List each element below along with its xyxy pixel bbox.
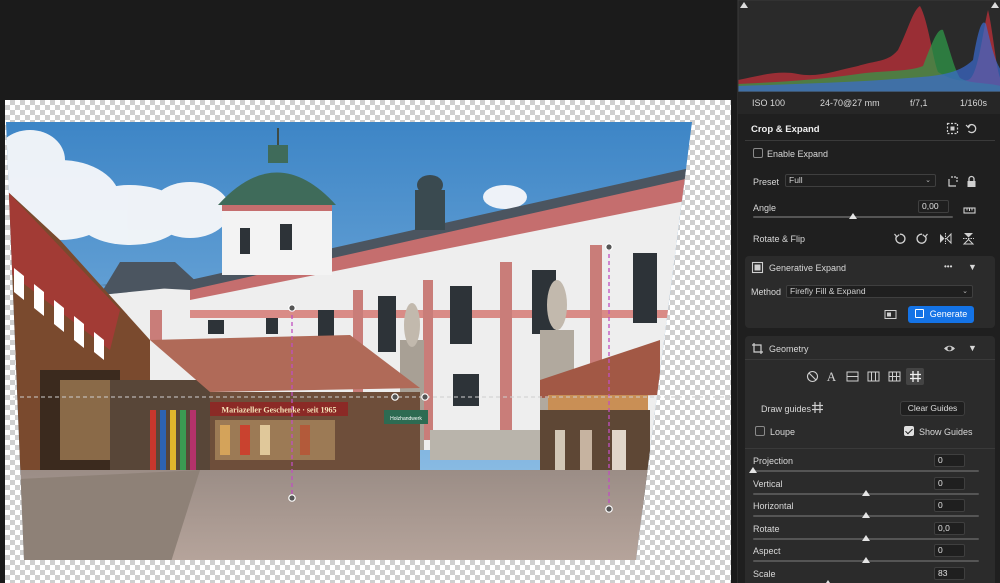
exif-shutter: 1/160s — [960, 98, 988, 108]
church-photo: Mariazeller Geschenke · seit 1965 Holzha… — [6, 122, 692, 560]
projection-value-field[interactable]: 0 — [934, 454, 965, 467]
preset-value: Full — [789, 175, 803, 185]
geometry-section: Geometry ▼ A Draw guides Clear Guides Lo… — [745, 336, 995, 583]
generate-button[interactable]: Generate — [908, 306, 974, 323]
aspect-value-field[interactable]: 0 — [934, 544, 965, 558]
scale-label: Scale — [753, 569, 776, 579]
exif-lens: 24-70@27 mm — [820, 98, 880, 108]
horizontal-value-field[interactable]: 0 — [934, 499, 965, 513]
chevron-down-icon: ⌄ — [925, 177, 931, 184]
rotate-left-icon[interactable] — [893, 232, 906, 245]
slider-row-scale: Scale 83 — [745, 567, 995, 583]
chevron-down-icon: ⌄ — [962, 288, 968, 295]
straighten-tool-icon[interactable] — [963, 203, 976, 216]
slider-row-horizontal: Horizontal 0 — [745, 499, 995, 523]
exif-bar: ISO 100 24-70@27 mm f/7,1 1/160s — [738, 92, 1000, 114]
generative-expand-section: Generative Expand ••• ▼ Method Firefly F… — [745, 256, 995, 328]
flip-horizontal-icon[interactable] — [939, 232, 952, 245]
vertical-value-field[interactable]: 0 — [934, 476, 965, 490]
slider-row-projection: Projection 0 — [745, 454, 995, 478]
upright-off-icon[interactable] — [806, 370, 819, 383]
auto-straighten-icon[interactable] — [946, 122, 959, 135]
generate-icon — [914, 309, 924, 318]
divider — [745, 359, 995, 360]
show-guides-label: Show Guides — [919, 427, 973, 437]
side-sign: Holzhandwerk — [390, 416, 422, 422]
method-value: Firefly Fill & Expand — [790, 286, 866, 296]
loupe-label: Loupe — [770, 427, 796, 437]
projection-slider-track[interactable] — [753, 470, 979, 472]
rotate-value-field[interactable]: 0,0 — [934, 521, 965, 535]
method-label: Method — [751, 287, 782, 297]
draw-guides-label: Draw guides — [761, 404, 812, 414]
upright-full-icon[interactable] — [888, 370, 901, 383]
upright-guided-icon[interactable] — [909, 370, 922, 383]
clear-guides-button[interactable]: Clear Guides — [900, 401, 965, 416]
app-window: Mariazeller Geschenke · seit 1965 Holzha… — [0, 0, 1000, 583]
method-dropdown[interactable]: Firefly Fill & Expand ⌄ — [786, 285, 973, 298]
preset-dropdown[interactable]: Full ⌄ — [785, 174, 936, 187]
rotate-slider-thumb[interactable] — [862, 534, 870, 541]
generative-expand-title: Generative Expand — [769, 263, 847, 273]
aspect-slider-thumb[interactable] — [862, 557, 870, 564]
draw-guides-tool-icon[interactable] — [811, 401, 824, 414]
rotate-right-icon[interactable] — [916, 232, 929, 245]
vertical-label: Vertical — [753, 478, 783, 489]
slider-row-rotate: Rotate 0,0 — [745, 521, 995, 546]
lock-icon[interactable] — [965, 175, 978, 188]
flip-vertical-icon[interactable] — [962, 232, 975, 245]
divider — [745, 448, 995, 449]
exif-aperture: f/7,1 — [910, 98, 928, 108]
shop-sign: Mariazeller Geschenke · seit 1965 — [222, 406, 337, 415]
horizontal-label: Horizontal — [753, 501, 794, 512]
slider-row-aspect: Aspect 0 — [745, 544, 995, 568]
compare-icon[interactable] — [884, 308, 897, 321]
projection-slider-thumb[interactable] — [749, 467, 757, 473]
highlight-clipping-icon[interactable] — [991, 2, 999, 8]
loupe-checkbox[interactable] — [755, 426, 765, 436]
generate-label: Generate — [929, 309, 968, 319]
rotate-flip-label: Rotate & Flip — [753, 234, 806, 244]
photo-preview[interactable]: Mariazeller Geschenke · seit 1965 Holzha… — [0, 0, 737, 583]
rotate-label: Rotate — [753, 523, 780, 534]
crop-expand-title: Crop & Expand — [751, 124, 820, 135]
slider-row-vertical: Vertical 0 — [745, 476, 995, 501]
reset-icon[interactable] — [965, 122, 978, 135]
enable-expand-label: Enable Expand — [767, 149, 829, 159]
right-panel: ISO 100 24-70@27 mm f/7,1 1/160s Crop & … — [737, 0, 1000, 583]
collapse-chevron-icon[interactable]: ▼ — [968, 262, 977, 272]
projection-label: Projection — [753, 456, 794, 466]
show-guides-checkbox[interactable] — [904, 426, 914, 436]
vertical-slider-thumb[interactable] — [862, 489, 870, 496]
enable-expand-checkbox[interactable] — [753, 148, 763, 158]
upright-auto-icon[interactable]: A — [825, 370, 838, 383]
angle-label: Angle — [753, 203, 777, 213]
collapse-chevron-icon[interactable]: ▼ — [968, 343, 977, 353]
image-canvas[interactable]: Mariazeller Geschenke · seit 1965 Holzha… — [0, 0, 737, 583]
upright-vertical-icon[interactable] — [867, 370, 880, 383]
preset-label: Preset — [753, 177, 780, 187]
geometry-icon — [751, 342, 764, 355]
angle-slider-thumb[interactable] — [849, 213, 857, 219]
scale-value-field[interactable]: 83 — [934, 567, 965, 580]
geometry-title: Geometry — [769, 344, 809, 354]
exif-iso: ISO 100 — [752, 98, 786, 108]
aspect-label: Aspect — [753, 546, 781, 557]
upright-level-icon[interactable] — [846, 370, 859, 383]
shadow-clipping-icon[interactable] — [740, 2, 748, 8]
generative-expand-icon — [751, 261, 764, 274]
more-options-icon[interactable]: ••• — [944, 262, 952, 271]
divider — [745, 140, 995, 141]
histogram — [737, 0, 1000, 93]
horizontal-slider-thumb[interactable] — [862, 512, 870, 519]
swap-aspect-icon[interactable] — [946, 175, 959, 188]
angle-value-field[interactable]: 0,00 — [918, 200, 949, 213]
eye-visibility-icon[interactable] — [943, 342, 956, 355]
